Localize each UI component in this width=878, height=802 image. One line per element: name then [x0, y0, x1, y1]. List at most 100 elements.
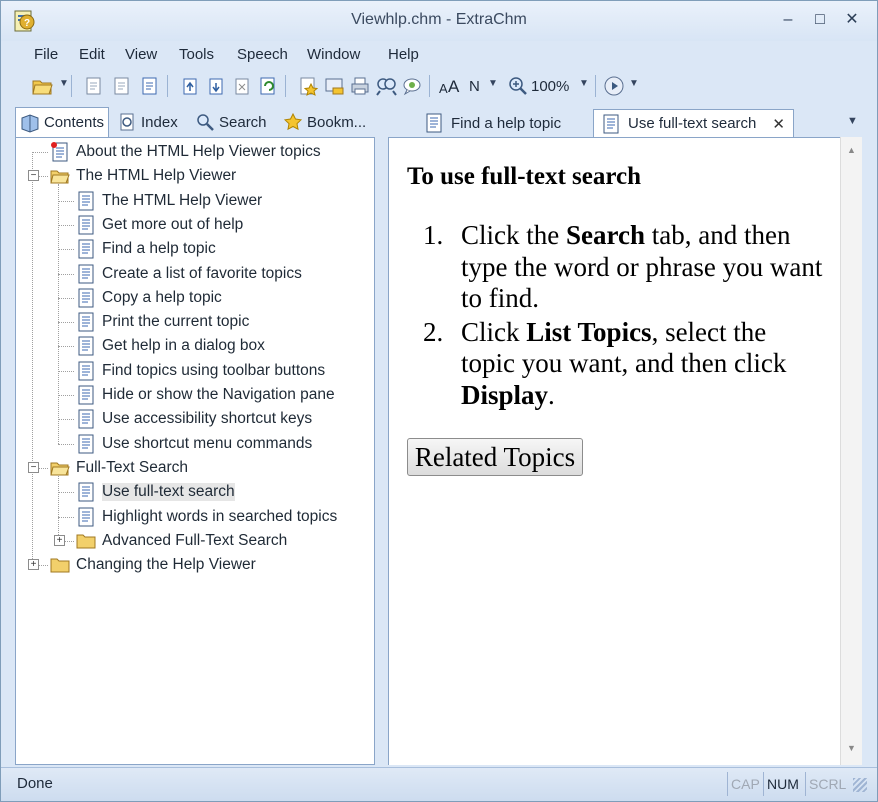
page-icon: [50, 142, 70, 162]
expand-toggle-icon[interactable]: +: [54, 534, 65, 546]
tree-item[interactable]: Create a list of favorite topics: [76, 262, 302, 286]
speech-icon[interactable]: [401, 75, 423, 97]
collapse-toggle-icon[interactable]: −: [28, 170, 39, 182]
close-tab-icon[interactable]: ✕: [772, 115, 785, 133]
step-number: 2.: [423, 316, 444, 347]
related-topics-button[interactable]: Related Topics: [407, 438, 583, 476]
zoom-dropdown-icon[interactable]: ▼: [579, 78, 589, 89]
font-size-small-label[interactable]: A: [439, 81, 448, 96]
font-size-large-label[interactable]: A: [448, 77, 459, 97]
tree-item-label: About the HTML Help Viewer topics: [76, 143, 321, 160]
tree-item[interactable]: Find topics using toolbar buttons: [76, 359, 325, 383]
tab-find-help-topic[interactable]: Find a help topic: [417, 109, 569, 137]
tree-item[interactable]: Get help in a dialog box: [76, 334, 265, 358]
magnifier-icon: [197, 114, 214, 131]
page-icon: [76, 336, 96, 356]
tree-item[interactable]: Copy a help topic: [76, 286, 222, 310]
collapse-toggle-icon[interactable]: −: [28, 461, 39, 473]
menu-view[interactable]: View: [125, 46, 157, 63]
tree-item[interactable]: Use accessibility shortcut keys: [76, 407, 312, 431]
tree-item[interactable]: Get more out of help: [76, 213, 243, 237]
scroll-up-icon[interactable]: ▲: [847, 145, 856, 155]
tree-item[interactable]: Highlight words in searched topics: [76, 505, 337, 529]
tree-folder[interactable]: The HTML Help Viewer: [50, 164, 236, 188]
tree-item[interactable]: Use shortcut menu commands: [76, 432, 312, 456]
back-page-icon[interactable]: [83, 75, 105, 97]
topic-tabs: Find a help topic Use full-text search ✕…: [389, 107, 878, 137]
tab-use-full-text-search[interactable]: Use full-text search ✕: [593, 109, 794, 137]
tab-search-label: Search: [219, 113, 267, 131]
tree-item-label: Create a list of favorite topics: [102, 264, 302, 282]
tree-branch-line: [58, 249, 74, 251]
tree-item-label: Use full-text search: [102, 483, 235, 502]
tree-folder[interactable]: Advanced Full-Text Search: [76, 529, 287, 553]
tree-item[interactable]: Print the current topic: [76, 310, 249, 334]
open-dropdown-icon[interactable]: ▼: [59, 78, 69, 89]
menu-help[interactable]: Help: [388, 46, 419, 63]
tab-index-label: Index: [141, 113, 178, 131]
tree-item[interactable]: Use full-text search: [76, 480, 235, 504]
scroll-down-icon[interactable]: ▼: [847, 743, 856, 753]
close-button[interactable]: ✕: [839, 9, 865, 31]
tab-contents[interactable]: Contents: [15, 107, 109, 137]
tree-item-label: Find a help topic: [102, 240, 216, 258]
star-icon: [283, 112, 303, 131]
zoom-icon[interactable]: [507, 75, 529, 97]
maximize-button[interactable]: □: [807, 9, 833, 31]
expand-toggle-icon[interactable]: +: [28, 559, 39, 571]
close-topic-icon[interactable]: [231, 75, 253, 97]
tab-bookmarks[interactable]: Bookm...: [279, 107, 370, 137]
sync-page-icon[interactable]: [139, 75, 161, 97]
tree-folder[interactable]: Changing the Help Viewer: [50, 553, 256, 577]
tree-folder[interactable]: Full-Text Search: [50, 456, 188, 480]
find-icon[interactable]: [375, 75, 397, 97]
print-preview-icon[interactable]: [323, 75, 345, 97]
tree-branch-line: [32, 152, 48, 153]
menu-edit[interactable]: Edit: [79, 46, 105, 63]
title-bar: ? Viewhlp.chm - ExtraChm ‒ □ ✕: [1, 1, 877, 41]
tab-search[interactable]: Search: [191, 107, 271, 137]
refresh-icon[interactable]: [257, 75, 279, 97]
menu-tools[interactable]: Tools: [179, 46, 214, 63]
page-icon: [76, 361, 96, 381]
toolbar-separator: [285, 75, 286, 97]
tree-item-label: Use accessibility shortcut keys: [102, 410, 313, 428]
previous-topic-icon[interactable]: [179, 75, 201, 97]
menu-file[interactable]: File: [34, 46, 58, 63]
print-icon[interactable]: [349, 75, 371, 97]
next-topic-icon[interactable]: [205, 75, 227, 97]
minimize-button[interactable]: ‒: [775, 9, 801, 31]
scroll-lock-indicator: SCRL: [805, 772, 849, 796]
topic-heading: To use full-text search: [407, 163, 642, 190]
vertical-scrollbar[interactable]: ▲ ▼: [840, 137, 862, 765]
favorites-icon[interactable]: [297, 75, 319, 97]
tree-item[interactable]: Find a help topic: [76, 237, 216, 261]
menu-window[interactable]: Window: [307, 46, 360, 63]
forward-page-icon[interactable]: [111, 75, 133, 97]
tree-root-line: [32, 152, 33, 566]
toolbar-separator: [429, 75, 430, 97]
book-icon: [21, 113, 39, 133]
resize-grip-icon[interactable]: [853, 778, 867, 792]
zoom-level[interactable]: 100%: [531, 78, 569, 95]
tree-item[interactable]: Hide or show the Navigation pane: [76, 383, 335, 407]
menu-speech[interactable]: Speech: [237, 46, 288, 63]
tab-bookmarks-label: Bookm...: [307, 113, 367, 131]
folder-open-icon: [50, 458, 70, 478]
tree-branch-line: [58, 224, 74, 226]
tree-item[interactable]: About the HTML Help Viewer topics: [50, 140, 321, 164]
font-dropdown-icon[interactable]: ▼: [488, 78, 498, 89]
tree-child-line: [58, 184, 59, 444]
tab-index[interactable]: Index: [113, 107, 182, 137]
open-folder-icon[interactable]: [31, 75, 53, 97]
topic-content: To use full-text search 1. Click the Sear…: [388, 137, 840, 765]
play-icon[interactable]: [603, 75, 625, 97]
tree-branch-line: [58, 492, 74, 494]
play-dropdown-icon[interactable]: ▼: [629, 78, 639, 89]
normal-font-label[interactable]: N: [469, 78, 480, 95]
num-lock-indicator: NUM: [763, 772, 802, 796]
tab-use-full-text-search-label: Use full-text search: [628, 115, 757, 132]
tree-item[interactable]: The HTML Help Viewer: [76, 189, 262, 213]
page-icon: [76, 482, 96, 502]
tab-list-dropdown-icon[interactable]: ▼: [847, 115, 858, 127]
